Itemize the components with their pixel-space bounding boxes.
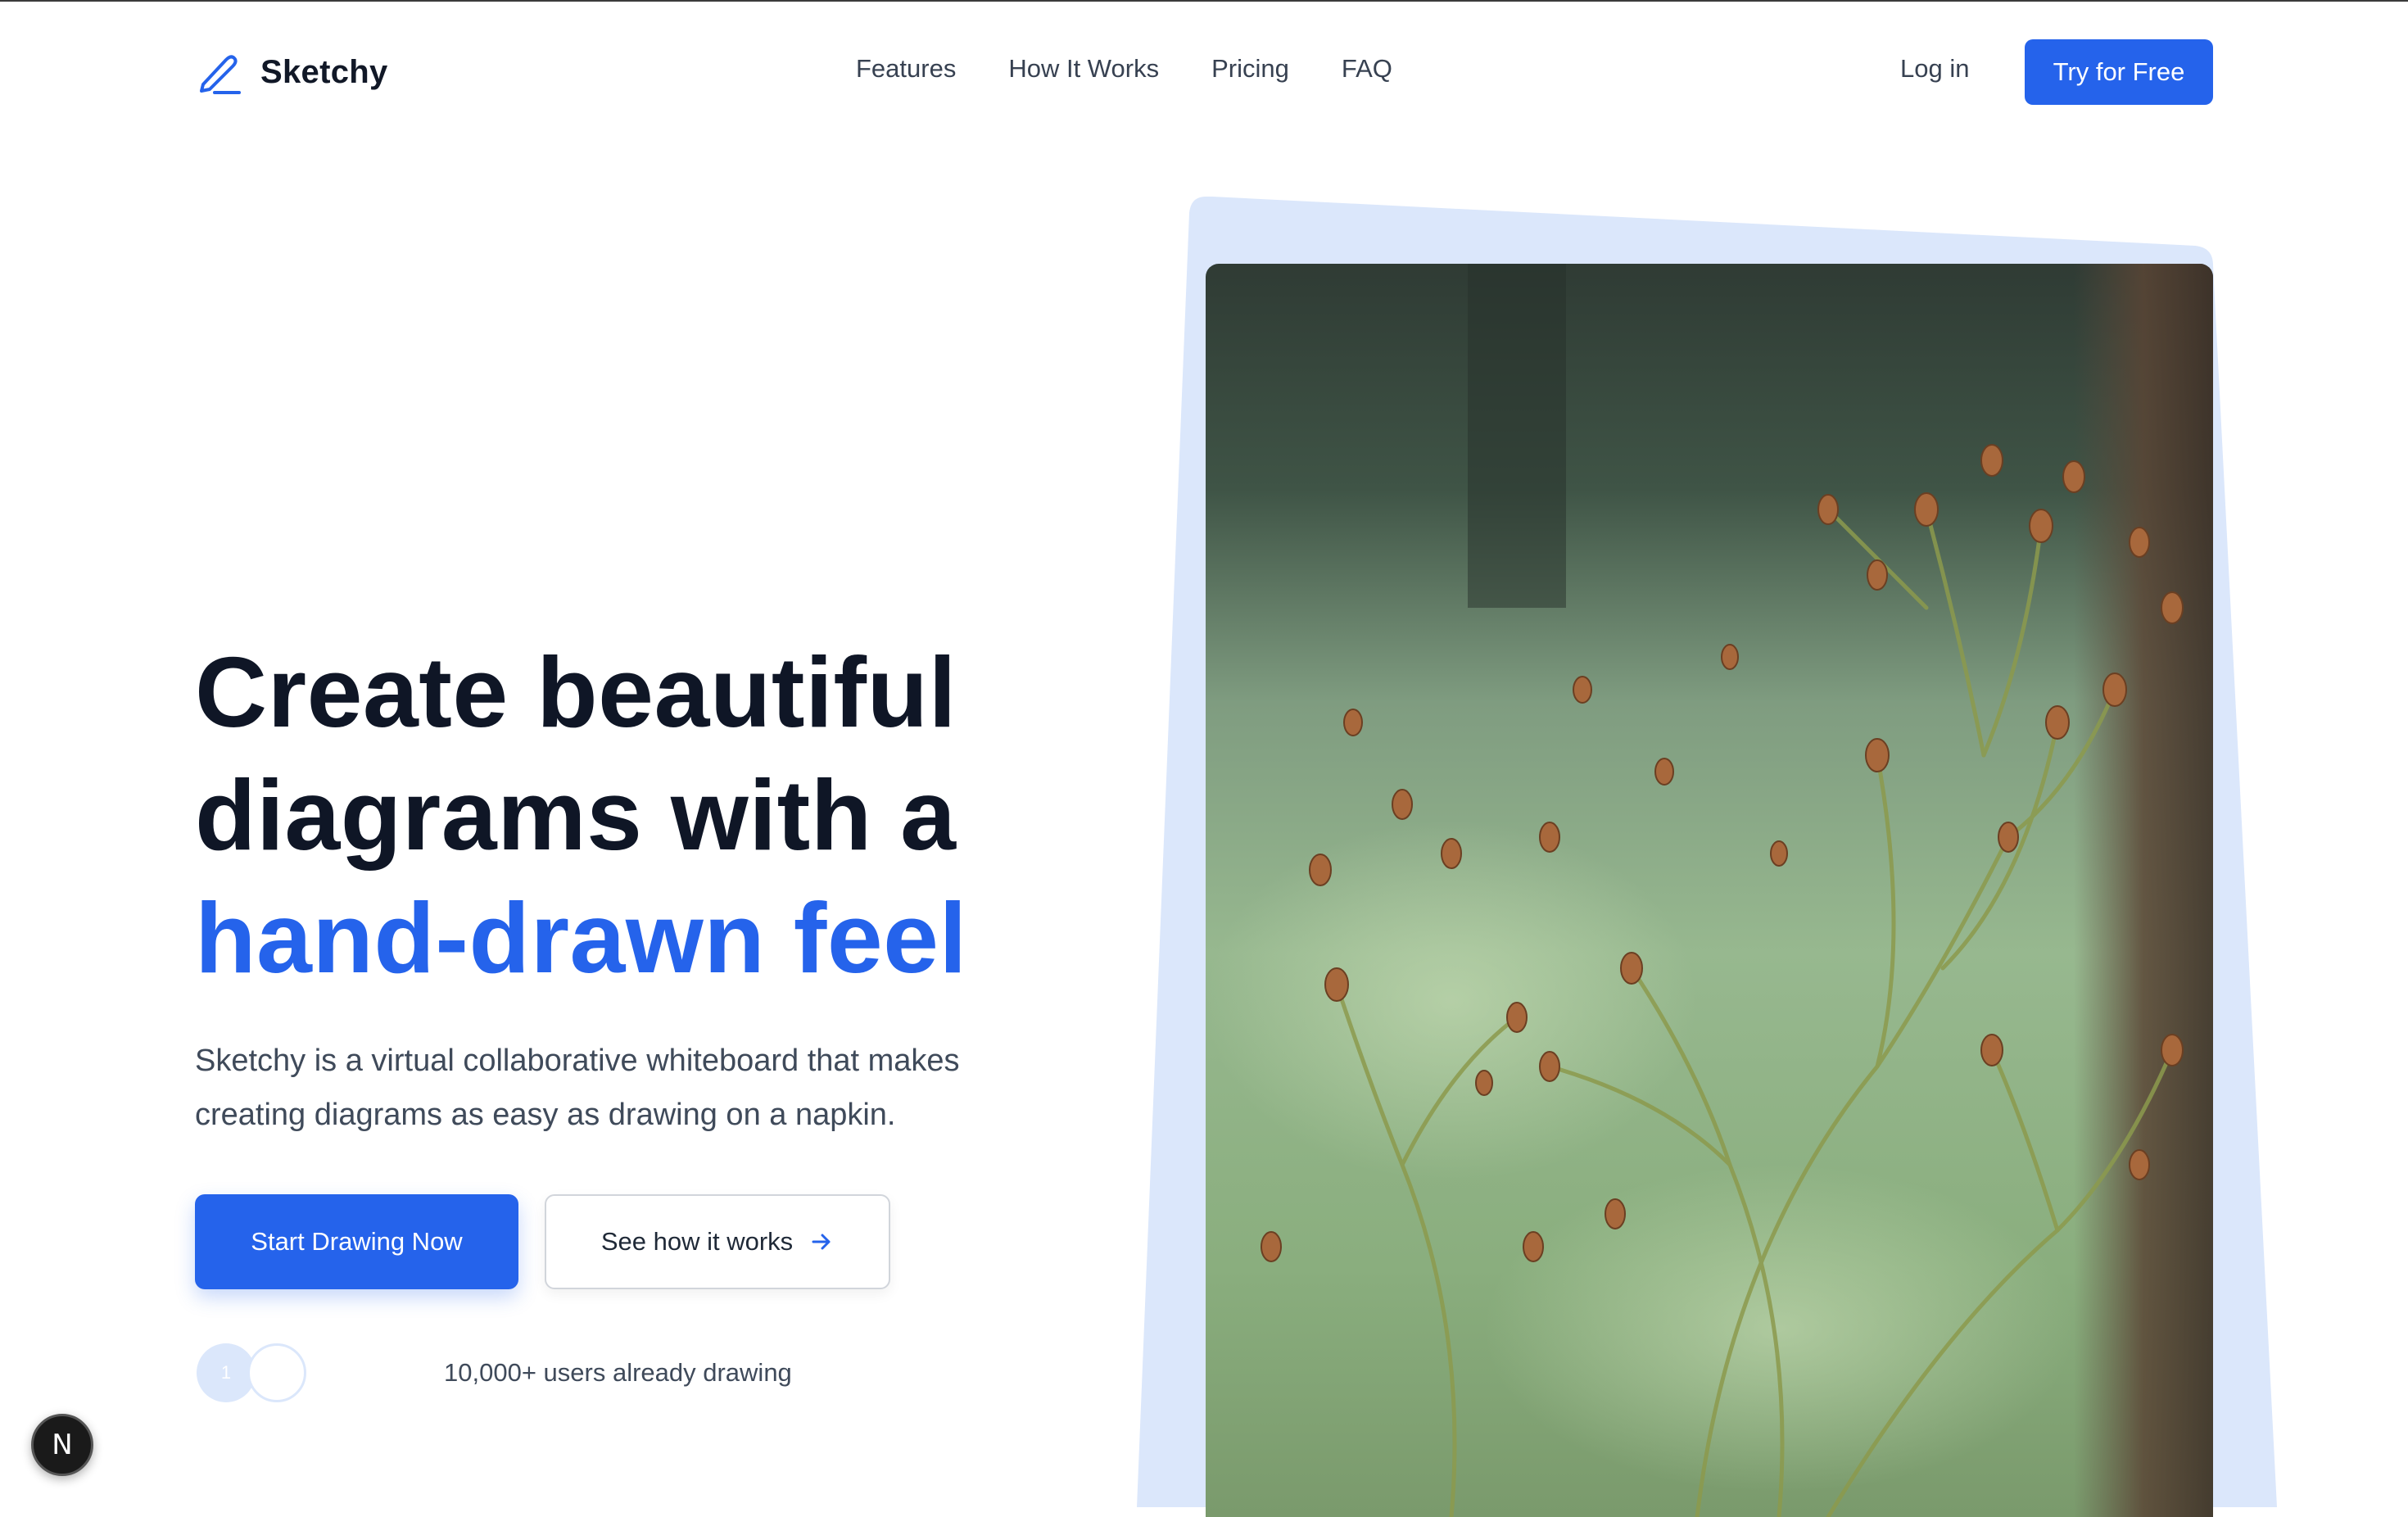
hero-title: Create beautiful diagrams with a hand-dr… bbox=[195, 631, 967, 999]
user-avatars: 1 bbox=[197, 1343, 360, 1406]
hero-subtitle: Sketchy is a virtual collaborative white… bbox=[195, 1044, 960, 1132]
site-header: Sketchy Features How It Works Pricing FA… bbox=[0, 0, 2408, 144]
see-how-it-works-label: See how it works bbox=[600, 1227, 794, 1256]
nav-item-features[interactable]: Features bbox=[856, 54, 956, 84]
see-how-it-works-button[interactable]: See how it works bbox=[545, 1194, 890, 1289]
try-for-free-button[interactable]: Try for Free bbox=[2025, 39, 2213, 105]
nextjs-icon[interactable]: N bbox=[31, 1414, 93, 1476]
pen-icon bbox=[200, 55, 241, 94]
nav-item-pricing[interactable]: Pricing bbox=[1211, 54, 1289, 84]
brand-name: Sketchy bbox=[260, 53, 388, 90]
users-count-text: 10,000+ users already drawing bbox=[444, 1358, 792, 1387]
avatar bbox=[247, 1343, 306, 1402]
hero-image bbox=[1206, 264, 2213, 1517]
start-drawing-button[interactable]: Start Drawing Now bbox=[195, 1194, 518, 1289]
hero-title-line-1: Create beautiful bbox=[195, 636, 957, 748]
brand-logo[interactable]: Sketchy bbox=[197, 48, 388, 97]
avatar-initial: 1 bbox=[220, 1362, 232, 1383]
arrow-right-icon bbox=[812, 1234, 831, 1250]
main-nav: Features How It Works Pricing FAQ bbox=[856, 54, 1392, 84]
login-link[interactable]: Log in bbox=[1900, 54, 1969, 84]
hero-title-accent: hand-drawn feel bbox=[195, 882, 967, 994]
nav-item-faq[interactable]: FAQ bbox=[1342, 54, 1392, 84]
dried-flowers-photo bbox=[1206, 264, 2213, 1517]
hero-title-line-2: diagrams with a bbox=[195, 759, 957, 871]
nav-item-how-it-works[interactable]: How It Works bbox=[1008, 54, 1159, 84]
